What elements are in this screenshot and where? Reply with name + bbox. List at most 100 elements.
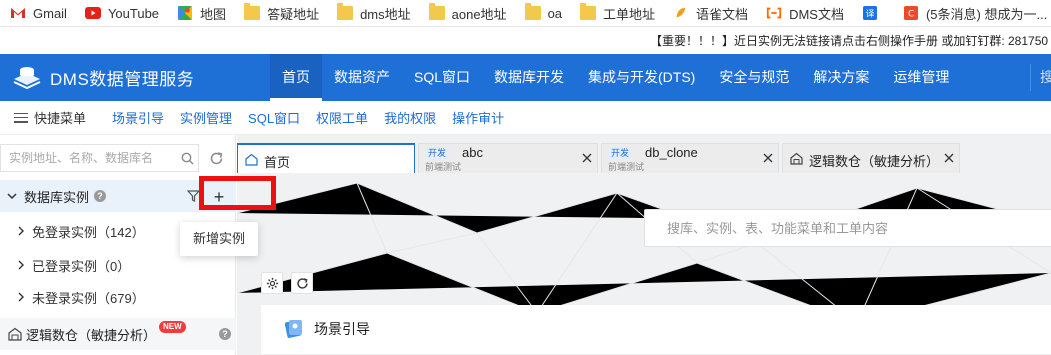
help-icon[interactable]: ? (219, 328, 231, 340)
folder-icon (524, 3, 541, 20)
tab-db-name: abc (462, 145, 483, 160)
bookmark-dms-doc[interactable]: DMS文档 (756, 0, 852, 26)
sidebar-search-row (0, 144, 236, 172)
bookmarks-bar: Gmail YouTube 地图 答疑地址 dms地址 aone地址 oa 工单… (0, 0, 1051, 27)
gmail-icon (11, 8, 25, 18)
bookmark-label: aone地址 (451, 6, 507, 22)
chevron-right-icon (18, 292, 24, 302)
refresh-icon[interactable] (209, 151, 224, 166)
bookmark-translate[interactable]: 译 (852, 0, 893, 26)
nav-security[interactable]: 安全与规范 (707, 54, 801, 101)
logic-warehouse-label: 逻辑数仓（敏捷分析） (26, 327, 157, 343)
top-header: DMS数据管理服务 首页 数据资产 SQL窗口 数据库开发 集成与开发(DTS)… (0, 54, 1051, 101)
tab-db-sub: 前端测试 (608, 162, 645, 172)
nav-db-dev[interactable]: 数据库开发 (482, 54, 576, 101)
instance-search-input[interactable] (1, 145, 171, 171)
quick-link-tickets[interactable]: 权限工单 (316, 108, 384, 127)
bookmark-label: oa (547, 5, 563, 21)
chevron-right-icon (18, 226, 24, 236)
help-icon[interactable]: ? (94, 190, 107, 202)
nav-dts[interactable]: 集成与开发(DTS) (576, 54, 707, 101)
instances-label: 数据库实例 (24, 189, 90, 205)
tab-abc[interactable]: 开发 abc 前端测试 (418, 143, 598, 173)
yuque-icon (676, 7, 686, 18)
tree-item-label: 免登录实例（142） (32, 224, 145, 240)
database-logo-icon (13, 66, 41, 89)
bookmark-label: Gmail (33, 5, 67, 21)
tab-logic-warehouse[interactable]: 逻辑数仓（敏捷分析） (782, 143, 960, 173)
nav-solutions[interactable]: 解决方案 (801, 54, 881, 101)
bookmark-csdn[interactable]: C (5条消息) 想成为一... (893, 0, 1051, 26)
nav-ops[interactable]: 运维管理 (881, 54, 961, 101)
add-instance-tooltip[interactable]: 新增实例 (180, 222, 258, 256)
bookmark-label: DMS文档 (789, 6, 844, 22)
tree-item-not-logged-in[interactable]: 未登录实例（679） (0, 281, 236, 313)
quick-link-instances[interactable]: 实例管理 (180, 108, 248, 127)
warehouse-icon (790, 152, 803, 165)
translate-icon: 译 (862, 6, 877, 20)
bookmark-folder[interactable]: 工单地址 (570, 0, 663, 26)
bookmark-label: 工单地址 (603, 6, 656, 22)
quick-link-sql[interactable]: SQL窗口 (248, 108, 316, 127)
tab-label: 逻辑数仓（敏捷分析） (809, 154, 940, 169)
quick-link-audit[interactable]: 操作审计 (452, 108, 520, 127)
global-search-input[interactable] (645, 210, 1051, 246)
main-area: 首页 开发 abc 前端测试 开发 db_clone 前端测试 逻辑数仓（敏捷分… (237, 135, 1051, 355)
scene-guide-title: 场景引导 (314, 321, 370, 337)
tree-item-label: 已登录实例（0） (32, 258, 131, 274)
app-logo[interactable]: DMS数据管理服务 (0, 65, 270, 91)
header-divider (1030, 64, 1031, 91)
tab-home[interactable]: 首页 (237, 143, 415, 173)
home-icon (245, 153, 258, 166)
bookmark-yuque[interactable]: 语雀文档 (663, 0, 756, 26)
header-search-cut[interactable]: 搜 (1040, 54, 1051, 101)
settings-button[interactable] (261, 272, 283, 294)
gear-icon (266, 277, 278, 289)
scene-guide-card: 场景引导 (261, 305, 1051, 355)
bookmark-folder[interactable]: 答疑地址 (234, 0, 327, 26)
nav-home[interactable]: 首页 (270, 54, 322, 101)
youtube-icon (84, 7, 101, 19)
folder-icon (428, 3, 445, 20)
global-search (644, 209, 1051, 247)
close-icon[interactable] (943, 152, 955, 164)
search-icon[interactable] (181, 152, 194, 165)
tree-item-label: 未登录实例（679） (32, 290, 145, 306)
close-icon[interactable] (581, 152, 593, 164)
chevron-right-icon (18, 260, 24, 270)
bookmark-maps[interactable]: 地图 (167, 0, 234, 26)
bookmark-folder[interactable]: dms地址 (327, 0, 419, 26)
app-title: DMS数据管理服务 (50, 70, 195, 89)
bookmark-youtube[interactable]: YouTube (75, 0, 167, 26)
quick-link-scene[interactable]: 场景引导 (112, 108, 180, 127)
tab-db-name: db_clone (645, 145, 698, 160)
folder-icon (244, 3, 261, 20)
tab-db-sub: 前端测试 (425, 162, 462, 172)
chevron-down-icon (7, 193, 17, 200)
warehouse-icon (8, 327, 22, 341)
nav-sql-window[interactable]: SQL窗口 (402, 54, 482, 101)
hamburger-icon (14, 112, 28, 123)
maps-icon (178, 6, 193, 20)
svg-text:译: 译 (866, 9, 875, 20)
tab-bar: 首页 开发 abc 前端测试 开发 db_clone 前端测试 逻辑数仓（敏捷分… (237, 143, 963, 173)
tab-label: 首页 (264, 155, 291, 170)
sidebar-search (0, 144, 199, 172)
quick-link-my-perms[interactable]: 我的权限 (384, 108, 452, 127)
svg-text:C: C (908, 10, 914, 20)
bookmark-gmail[interactable]: Gmail (0, 0, 75, 26)
folder-icon (337, 3, 354, 20)
nav-data-assets[interactable]: 数据资产 (322, 54, 402, 101)
csdn-icon: C (903, 6, 918, 20)
bookmark-label: dms地址 (360, 6, 411, 22)
new-badge: NEW (159, 321, 186, 333)
refresh-button[interactable] (291, 272, 313, 294)
quick-menu-button[interactable]: 快捷菜单 (0, 108, 112, 127)
logic-warehouse-item[interactable]: 逻辑数仓（敏捷分析） NEW ? (0, 318, 236, 350)
quick-menu-label: 快捷菜单 (34, 111, 87, 126)
bookmark-folder[interactable]: oa (515, 0, 570, 26)
announcement-bar: 【重要！！！】近日实例无法链接请点击右侧操作手册 或加钉钉群: 281750 (0, 28, 1051, 54)
close-icon[interactable] (762, 152, 774, 164)
tab-db-clone[interactable]: 开发 db_clone 前端测试 (601, 143, 779, 173)
bookmark-folder[interactable]: aone地址 (419, 0, 515, 26)
